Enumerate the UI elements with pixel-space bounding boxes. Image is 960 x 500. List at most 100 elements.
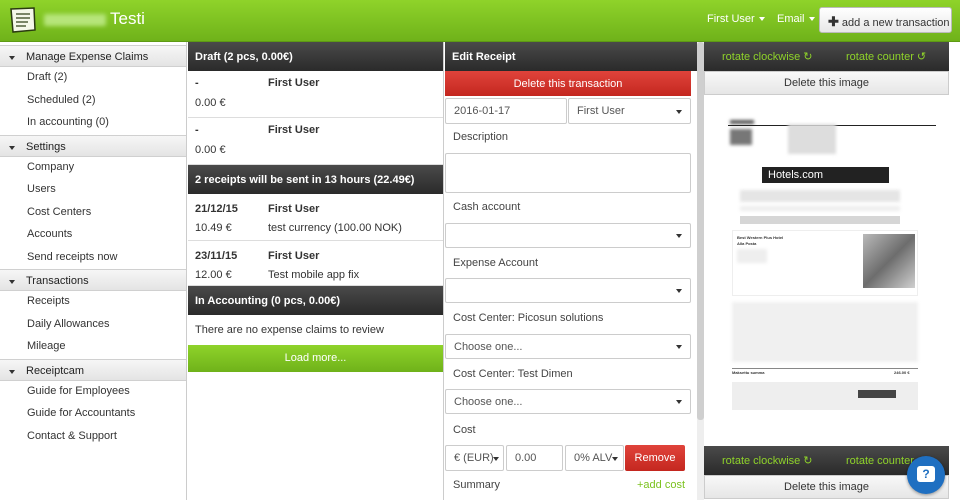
amount-field[interactable]: 0.00 — [506, 445, 563, 471]
sidebar-item-in-accounting[interactable]: In accounting (0) — [0, 112, 186, 135]
rotate-clockwise-button[interactable]: rotate clockwise ↻ — [722, 454, 813, 467]
hotel-box: Best Western Plus Hotel Alla Posta — [732, 230, 918, 296]
draft-header: Draft (2 pcs, 0.00€) — [188, 42, 443, 71]
date-field[interactable]: 2016-01-17 — [445, 98, 567, 124]
list-item[interactable]: 23/11/15 First User 12.00 € Test mobile … — [188, 241, 443, 286]
list-item[interactable]: 21/12/15 First User 10.49 € test currenc… — [188, 194, 443, 241]
sidebar-item-scheduled[interactable]: Scheduled (2) — [0, 90, 186, 113]
help-chat-button[interactable]: ? — [907, 456, 945, 494]
cost-center-1-label: Cost Center: Picosun solutions — [453, 312, 604, 324]
sidebar-section-expense-claims[interactable]: Manage Expense Claims — [0, 45, 186, 67]
user-select-value: First User — [577, 105, 625, 117]
item-user: First User — [268, 203, 320, 215]
sidebar-item-accounts[interactable]: Accounts — [0, 224, 186, 247]
rotate-clockwise-button[interactable]: rotate clockwise ↻ — [722, 50, 813, 63]
transaction-list: Draft (2 pcs, 0.00€) - First User 0.00 €… — [188, 42, 444, 500]
chevron-down-icon — [676, 345, 682, 349]
user-menu[interactable]: First User — [707, 13, 765, 25]
receipt-footer-box — [732, 382, 918, 410]
sidebar-item-draft[interactable]: Draft (2) — [0, 67, 186, 90]
brand-title[interactable]: Testi — [110, 9, 145, 29]
user-menu-label: First User — [707, 13, 755, 25]
receipt-brand: Hotels.com — [762, 167, 889, 183]
sidebar-section-transactions[interactable]: Transactions — [0, 269, 186, 291]
remove-cost-button[interactable]: Remove — [625, 445, 685, 471]
description-field[interactable] — [445, 153, 691, 193]
description-label: Description — [453, 131, 509, 143]
edit-receipt-title: Edit Receipt — [445, 42, 697, 71]
sidebar-item-cost-centers[interactable]: Cost Centers — [0, 202, 186, 225]
expense-account-select[interactable] — [445, 278, 691, 303]
cost-label: Cost — [453, 424, 476, 436]
sidebar-section-title: Receiptcam — [26, 364, 85, 377]
scheduled-header: 2 receipts will be sent in 13 hours (22.… — [188, 165, 443, 194]
delete-transaction-button[interactable]: Delete this transaction — [445, 71, 691, 96]
chevron-down-icon — [758, 17, 765, 22]
add-transaction-button[interactable]: ✚ add a new transaction — [819, 7, 952, 33]
receipt-icon-row — [740, 216, 900, 224]
top-navbar: Testi First User Email ✚ add a new transa… — [0, 0, 960, 42]
item-description: test currency (100.00 NOK) — [268, 222, 402, 234]
cost-center-2-value: Choose one... — [454, 396, 523, 408]
blurred-text — [730, 120, 754, 124]
add-transaction-label: add a new transaction — [841, 17, 950, 29]
chevron-down-icon — [676, 289, 682, 293]
receipt-total-value: 246.00 € — [894, 370, 910, 375]
load-more-button[interactable]: Load more... — [188, 345, 443, 372]
chevron-down-icon — [612, 457, 618, 461]
scrollbar-thumb[interactable] — [697, 42, 704, 420]
item-amount: 0.00 € — [195, 144, 226, 156]
item-user: First User — [268, 250, 320, 262]
edit-receipt-panel: Edit Receipt Delete this transaction 201… — [445, 42, 697, 500]
user-select[interactable]: First User — [568, 98, 691, 124]
company-name-blurred — [44, 14, 106, 26]
hotel-photo — [863, 234, 915, 288]
cash-account-select[interactable] — [445, 223, 691, 248]
sidebar-item-guide-accountants[interactable]: Guide for Accountants — [0, 403, 186, 426]
hotel-sub: Alla Posta — [737, 241, 757, 246]
sidebar-section-title: Settings — [26, 140, 66, 153]
sidebar-item-daily-allowances[interactable]: Daily Allowances — [0, 314, 186, 337]
chevron-down-icon — [676, 234, 682, 238]
sidebar-item-users[interactable]: Users — [0, 179, 186, 202]
hotel-name: Best Western Plus Hotel — [737, 235, 784, 240]
list-item[interactable]: - First User 0.00 € — [188, 71, 443, 118]
item-amount: 12.00 € — [195, 269, 232, 281]
sidebar-item-company[interactable]: Company — [0, 157, 186, 180]
sidebar-section-receiptcam[interactable]: Receiptcam — [0, 358, 186, 381]
receipt-footer-button — [858, 390, 896, 398]
item-description: Test mobile app fix — [268, 269, 360, 281]
help-icon: ? — [917, 466, 935, 482]
delete-image-button[interactable]: Delete this image — [704, 71, 949, 95]
receipt-logo-icon[interactable] — [8, 6, 38, 34]
email-menu[interactable]: Email — [777, 13, 815, 25]
sidebar-section-settings[interactable]: Settings — [0, 134, 186, 157]
summary-label: Summary — [453, 479, 501, 491]
expense-account-label: Expense Account — [453, 257, 539, 269]
item-date: - — [195, 77, 199, 89]
cost-center-1-select[interactable]: Choose one... — [445, 334, 691, 359]
receipt-image: Hotels.com Best Western Plus Hotel Alla … — [728, 116, 936, 434]
sidebar-item-guide-employees[interactable]: Guide for Employees — [0, 381, 186, 404]
item-date: - — [195, 124, 199, 136]
sidebar-item-mileage[interactable]: Mileage — [0, 336, 186, 359]
vat-select[interactable]: 0% ALV — [565, 445, 624, 471]
item-user: First User — [268, 124, 320, 136]
vat-value: 0% ALV — [574, 452, 613, 464]
chevron-down-icon — [493, 457, 499, 461]
cost-center-2-label: Cost Center: Test Dimen — [453, 368, 573, 380]
list-item[interactable]: - First User 0.00 € — [188, 118, 443, 165]
email-menu-label: Email — [777, 13, 805, 25]
sidebar-item-contact-support[interactable]: Contact & Support — [0, 426, 186, 449]
cost-center-2-select[interactable]: Choose one... — [445, 389, 691, 414]
chevron-down-icon — [676, 400, 682, 404]
chevron-down-icon — [676, 110, 682, 114]
currency-select[interactable]: € (EUR) — [445, 445, 504, 471]
add-cost-link[interactable]: +add cost — [637, 479, 685, 491]
receipt-total-label: Maksettu summa — [732, 370, 765, 375]
currency-value: € (EUR) — [454, 452, 494, 464]
sidebar-item-receipts[interactable]: Receipts — [0, 291, 186, 314]
rotate-counter-button[interactable]: rotate counter ↺ — [846, 50, 926, 63]
item-amount: 0.00 € — [195, 97, 226, 109]
sidebar-item-send-receipts[interactable]: Send receipts now — [0, 247, 186, 270]
